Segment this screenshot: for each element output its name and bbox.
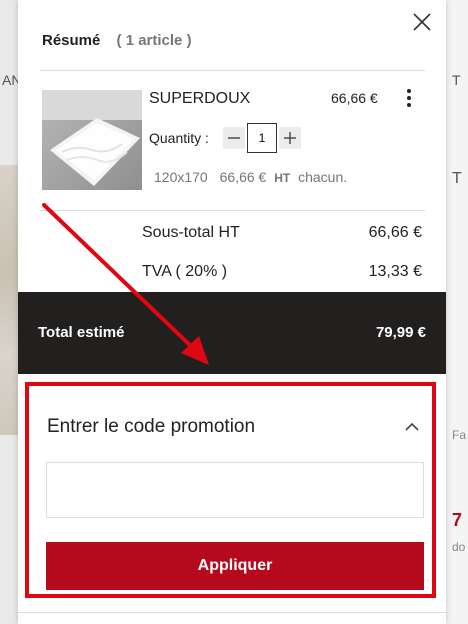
- close-icon: [413, 13, 431, 31]
- apply-promo-button[interactable]: Appliquer: [46, 542, 424, 590]
- cart-panel: Résumé ( 1 article ) SUPERDOUX 66,66 € Q…: [18, 0, 446, 624]
- quantity-label: Quantity :: [149, 130, 209, 146]
- total-value: 79,99 €: [375, 324, 426, 341]
- divider: [40, 210, 425, 211]
- chevron-up-icon: [405, 422, 419, 431]
- subtotal-value: 66,66 €: [368, 224, 422, 241]
- product-name[interactable]: SUPERDOUX: [149, 90, 250, 108]
- tva-label: TVA ( 20% ): [142, 263, 228, 280]
- divider: [18, 612, 446, 613]
- tva-value: 13,33 €: [368, 263, 422, 280]
- total-label: Total estimé: [38, 324, 125, 341]
- background-text: do: [452, 540, 466, 554]
- promo-code-input[interactable]: [46, 462, 424, 518]
- background-price: 7: [452, 510, 463, 530]
- close-button[interactable]: [410, 10, 434, 34]
- product-thumbnail[interactable]: [42, 90, 142, 190]
- unit-suffix: chacun.: [298, 169, 348, 185]
- total-bar: Total estimé 79,99 €: [18, 292, 446, 374]
- background-page-left: AN: [0, 0, 21, 624]
- promo-code-title[interactable]: Entrer le code promotion: [47, 416, 255, 438]
- background-page-right: T T Fa 7 do: [446, 0, 468, 624]
- background-image: [0, 165, 18, 435]
- plus-icon: [284, 132, 296, 144]
- cart-item-count: ( 1 article ): [116, 32, 192, 49]
- item-options-button[interactable]: [402, 89, 416, 111]
- cart-title: Résumé: [42, 32, 101, 49]
- subtotal-row: Sous-total HT 66,66 €: [142, 224, 422, 242]
- quantity-decrease-button[interactable]: [223, 127, 245, 149]
- promo-collapse-toggle[interactable]: [403, 420, 421, 432]
- product-details: 120x170 66,66 € HT chacun.: [154, 169, 347, 185]
- minus-icon: [228, 137, 240, 139]
- background-text: T: [452, 72, 461, 88]
- subtotal-label: Sous-total HT: [142, 224, 240, 241]
- product-price: 66,66 €: [331, 90, 378, 106]
- quantity-input[interactable]: [247, 123, 277, 153]
- cart-summary-header: Résumé ( 1 article ): [42, 32, 192, 49]
- divider: [40, 70, 425, 71]
- background-text: T: [452, 170, 462, 187]
- tva-row: TVA ( 20% ) 13,33 €: [142, 263, 422, 281]
- product-size: 120x170: [154, 169, 208, 185]
- background-text: Fa: [452, 428, 467, 442]
- promo-code-section: Entrer le code promotion Appliquer: [25, 382, 436, 598]
- more-vertical-icon: [402, 89, 416, 107]
- quantity-increase-button[interactable]: [279, 127, 301, 149]
- rug-image: [42, 90, 142, 190]
- unit-price: 66,66 €: [219, 169, 267, 185]
- tax-label: HT: [274, 171, 291, 185]
